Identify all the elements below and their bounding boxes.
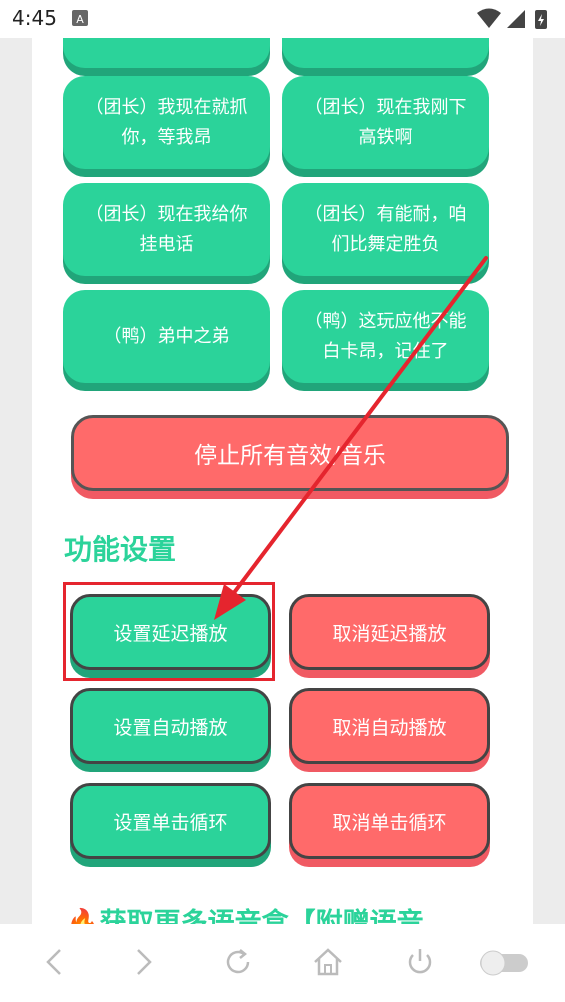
status-time: 4:45 <box>12 6 57 30</box>
sound-button[interactable] <box>63 38 270 68</box>
forward-icon[interactable] <box>130 946 158 982</box>
fire-icon: 🔥 <box>66 908 100 924</box>
toggle-switch[interactable] <box>478 950 532 980</box>
notification-icon: A <box>72 10 88 30</box>
cancel-delay-play-button[interactable]: 取消延迟播放 <box>289 594 490 670</box>
wifi-icon <box>477 8 501 28</box>
sound-button[interactable]: （团长）现在我给你挂电话 <box>63 183 270 276</box>
more-section-title: 🔥获取更多语音盒【附赠语音 <box>66 901 424 924</box>
battery-icon <box>535 10 547 29</box>
sound-button[interactable]: （团长）有能耐，咱们比舞定胜负 <box>282 183 489 276</box>
signal-icon <box>507 10 525 28</box>
section-title: 功能设置 <box>64 533 177 566</box>
system-icons <box>475 8 555 34</box>
home-icon[interactable] <box>312 946 344 982</box>
set-auto-play-button[interactable]: 设置自动播放 <box>70 688 271 764</box>
cancel-auto-play-button[interactable]: 取消自动播放 <box>289 688 490 764</box>
back-icon[interactable] <box>40 946 68 982</box>
sound-button[interactable]: （团长）现在我刚下高铁啊 <box>282 76 489 169</box>
sound-button[interactable] <box>282 38 489 68</box>
sound-button[interactable]: （鸭）这玩应他不能白卡昂，记住了 <box>282 290 489 383</box>
sound-button[interactable]: （鸭）弟中之弟 <box>63 290 270 383</box>
stop-all-button[interactable]: 停止所有音效/音乐 <box>71 415 509 491</box>
page-content: （团长）我现在就抓你，等我昂 （团长）现在我刚下高铁啊 （团长）现在我给你挂电话… <box>32 38 533 924</box>
power-icon[interactable] <box>404 946 436 982</box>
highlight-box <box>63 582 275 681</box>
set-click-loop-button[interactable]: 设置单击循环 <box>70 783 271 859</box>
sound-button[interactable]: （团长）我现在就抓你，等我昂 <box>63 76 270 169</box>
refresh-icon[interactable] <box>222 946 254 982</box>
svg-text:A: A <box>76 13 84 26</box>
bottom-nav-bar <box>0 924 565 1002</box>
status-bar: 4:45 A <box>0 0 565 38</box>
cancel-click-loop-button[interactable]: 取消单击循环 <box>289 783 490 859</box>
